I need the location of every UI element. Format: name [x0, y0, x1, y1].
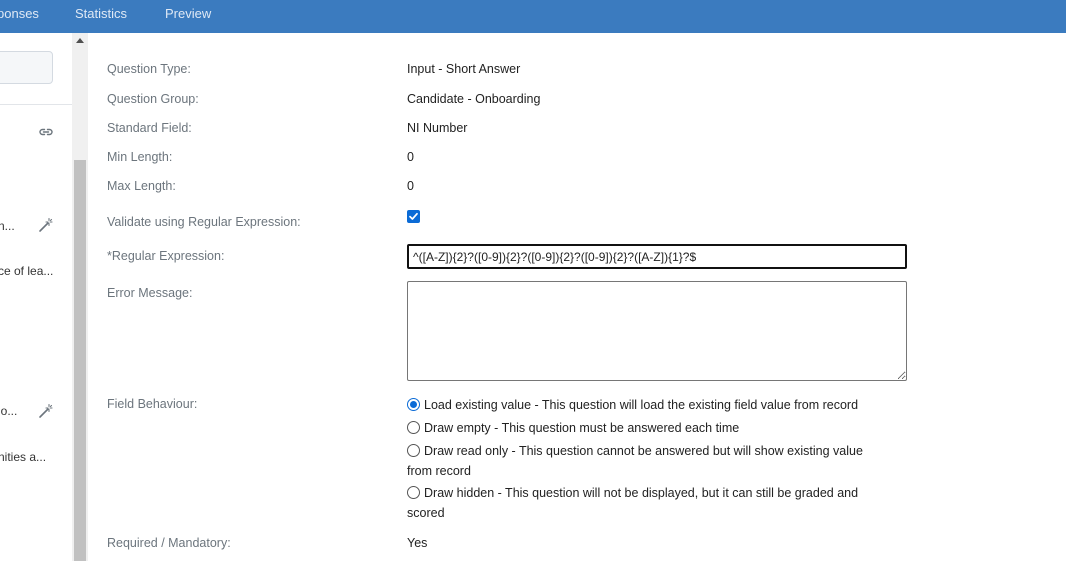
- field-behaviour-label: Field Behaviour:: [107, 397, 198, 411]
- min-length-value: 0: [407, 150, 414, 164]
- radio-button[interactable]: [407, 421, 420, 434]
- radio-button[interactable]: [407, 444, 420, 457]
- regular-expression-input[interactable]: [407, 244, 907, 269]
- radio-option-load-existing[interactable]: Load existing value - This question will…: [407, 395, 887, 415]
- radio-button[interactable]: [407, 486, 420, 499]
- question-search-input[interactable]: [0, 51, 53, 84]
- panel-divider: [0, 104, 72, 105]
- list-item[interactable]: ce of lea...: [0, 264, 53, 278]
- top-nav-bar: ponses Statistics Preview: [0, 0, 1066, 33]
- scroll-up-icon[interactable]: [76, 38, 84, 43]
- error-message-label: Error Message:: [107, 286, 193, 300]
- radio-option-label: Draw hidden - This question will not be …: [407, 486, 859, 520]
- radio-option-draw-read-only[interactable]: Draw read only - This question cannot be…: [407, 441, 887, 481]
- required-label: Required / Mandatory:: [107, 536, 231, 550]
- radio-option-label: Draw read only - This question cannot be…: [407, 444, 863, 478]
- validate-regex-label: Validate using Regular Expression:: [107, 215, 301, 229]
- tab-statistics[interactable]: Statistics: [75, 6, 127, 21]
- regular-expression-label: *Regular Expression:: [107, 249, 225, 263]
- radio-option-label: Load existing value - This question will…: [424, 398, 859, 412]
- radio-option-label: Draw empty - This question must be answe…: [424, 421, 740, 435]
- question-group-label: Question Group:: [107, 92, 199, 106]
- scrollbar-thumb[interactable]: [74, 160, 86, 561]
- radio-button-selected[interactable]: [407, 398, 420, 411]
- magic-wand-icon[interactable]: [38, 217, 54, 233]
- magic-wand-icon[interactable]: [38, 403, 54, 419]
- radio-option-draw-empty[interactable]: Draw empty - This question must be answe…: [407, 418, 887, 438]
- standard-field-label: Standard Field:: [107, 121, 192, 135]
- question-type-value: Input - Short Answer: [407, 62, 521, 76]
- error-message-textarea[interactable]: [407, 281, 907, 381]
- question-type-label: Question Type:: [107, 62, 191, 76]
- question-group-value: Candidate - Onboarding: [407, 92, 541, 106]
- standard-field-value: NI Number: [407, 121, 468, 135]
- list-item[interactable]: io...: [0, 404, 17, 418]
- tab-responses[interactable]: ponses: [0, 6, 39, 21]
- vertical-scrollbar[interactable]: [72, 33, 88, 561]
- question-list-panel: n... ce of lea... io... nities a...: [0, 33, 72, 561]
- list-item[interactable]: nities a...: [0, 450, 46, 464]
- tab-preview[interactable]: Preview: [165, 6, 211, 21]
- list-item[interactable]: n...: [0, 219, 15, 233]
- max-length-label: Max Length:: [107, 179, 176, 193]
- min-length-label: Min Length:: [107, 150, 173, 164]
- link-icon[interactable]: [38, 124, 54, 140]
- checkmark-icon: [409, 212, 418, 220]
- max-length-value: 0: [407, 179, 414, 193]
- validate-regex-checkbox[interactable]: [407, 210, 420, 223]
- required-value: Yes: [407, 536, 428, 550]
- radio-option-draw-hidden[interactable]: Draw hidden - This question will not be …: [407, 483, 887, 523]
